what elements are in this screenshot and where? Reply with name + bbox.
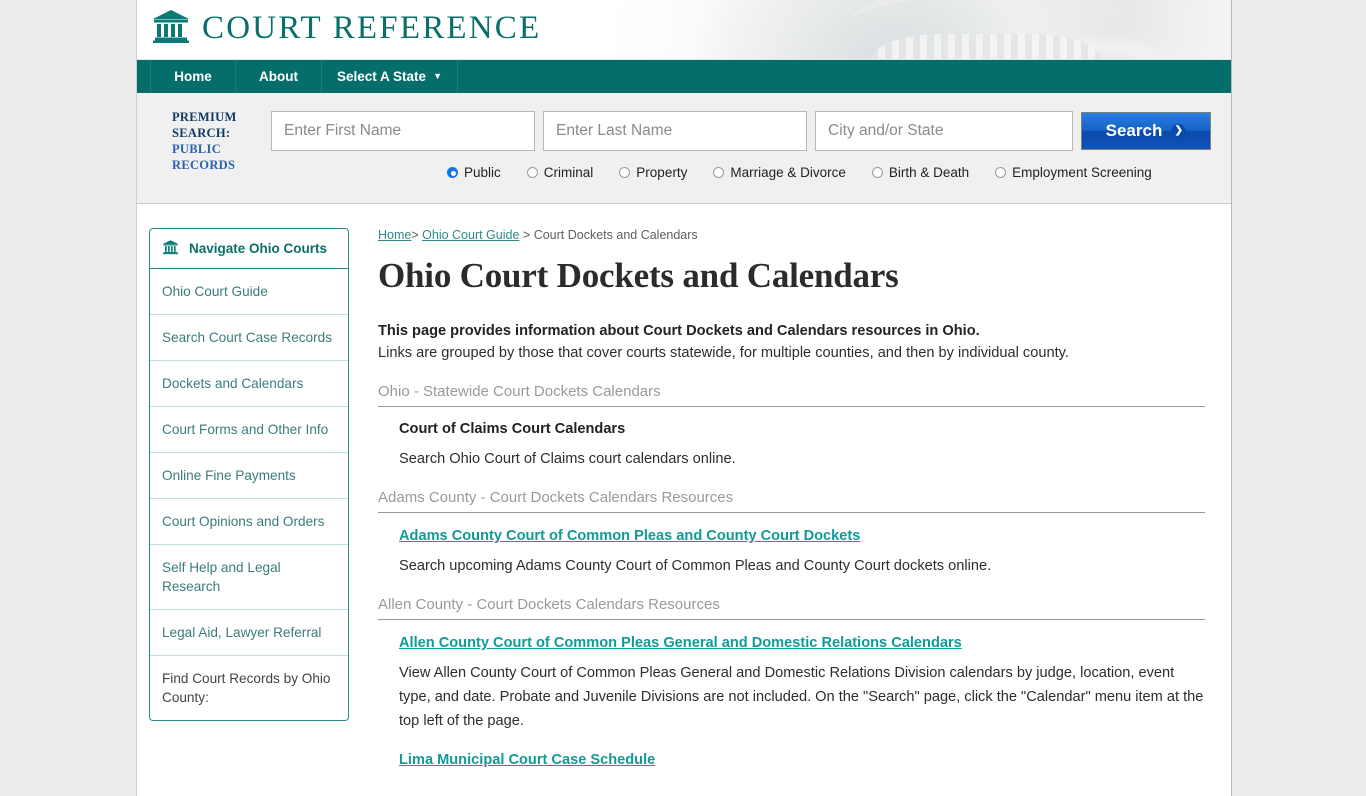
- site-masthead: COURT REFERENCE: [137, 0, 1231, 60]
- search-button[interactable]: Search ❯: [1081, 112, 1211, 150]
- radio-label: Public: [464, 165, 501, 180]
- sidebar-item-online-fine-payments[interactable]: Online Fine Payments: [150, 453, 348, 499]
- breadcrumb: Home> Ohio Court Guide > Court Dockets a…: [378, 228, 1205, 242]
- radio-property[interactable]: Property: [619, 165, 687, 180]
- radio-label: Employment Screening: [1012, 165, 1152, 180]
- page-title: Ohio Court Dockets and Calendars: [378, 256, 899, 295]
- nav-item-home[interactable]: Home: [150, 60, 236, 93]
- brand-title: COURT REFERENCE: [202, 10, 542, 46]
- sidebar: Navigate Ohio Courts Ohio Court Guide Se…: [149, 228, 349, 796]
- sidebar-item-label: Court Opinions and Orders: [162, 514, 325, 529]
- section-heading-allen-county: Allen County - Court Dockets Calendars R…: [378, 596, 1205, 620]
- resource-entry: Lima Municipal Court Case Schedule: [378, 751, 1205, 778]
- site-logo[interactable]: COURT REFERENCE: [151, 8, 541, 49]
- nav-item-label: Select A State: [337, 69, 427, 84]
- intro-bold-text: This page provides information about Cou…: [378, 323, 980, 339]
- sidebar-item-label: Dockets and Calendars: [162, 376, 304, 391]
- search-button-label: Search: [1105, 121, 1163, 140]
- radio-label: Birth & Death: [888, 165, 970, 180]
- sidebar-item-label: Search Court Case Records: [162, 330, 332, 345]
- masthead-divider: [137, 59, 1231, 60]
- intro-plain-text: Links are grouped by those that cover co…: [378, 345, 1069, 361]
- radio-dot-icon: [713, 167, 725, 178]
- radio-employment-screening[interactable]: Employment Screening: [995, 165, 1152, 180]
- resource-link-adams-county-dockets[interactable]: Adams County Court of Common Pleas and C…: [399, 528, 860, 544]
- radio-label: Marriage & Divorce: [730, 165, 846, 180]
- main-navigation: Home About Select A State ▼: [137, 60, 1231, 93]
- main-content: Home> Ohio Court Guide > Court Dockets a…: [349, 228, 1215, 796]
- page-container: COURT REFERENCE Home About Select A Stat…: [136, 0, 1232, 796]
- radio-dot-icon: [995, 167, 1007, 178]
- record-type-radio-group: Public Criminal Property Marriage & Divo…: [447, 165, 1178, 180]
- premium-label-line1: PREMIUM: [172, 110, 237, 124]
- premium-label-line2: SEARCH:: [172, 126, 231, 140]
- sidebar-item-label: Ohio Court Guide: [162, 284, 268, 299]
- sidebar-header: Navigate Ohio Courts: [150, 229, 348, 269]
- radio-criminal[interactable]: Criminal: [526, 165, 594, 180]
- radio-label: Property: [636, 165, 688, 180]
- resource-entry: Adams County Court of Common Pleas and C…: [378, 527, 1205, 578]
- resource-entry: Court of Claims Court Calendars Search O…: [378, 421, 1205, 471]
- last-name-input[interactable]: [543, 111, 807, 151]
- city-state-input[interactable]: [815, 111, 1073, 151]
- sidebar-item-label: Court Forms and Other Info: [162, 422, 329, 437]
- sidebar-item-self-help-and-legal-research[interactable]: Self Help and Legal Research: [150, 545, 348, 610]
- sidebar-item-find-court-records-by-county: Find Court Records by Ohio County:: [150, 656, 348, 720]
- breadcrumb-link-home[interactable]: Home: [378, 228, 411, 242]
- public-records-link-line2[interactable]: RECORDS: [172, 157, 262, 173]
- radio-dot-icon: [871, 167, 883, 178]
- nav-item-about[interactable]: About: [236, 60, 322, 93]
- navigate-ohio-courts-box: Navigate Ohio Courts Ohio Court Guide Se…: [149, 228, 349, 721]
- sidebar-item-court-forms-and-other-info[interactable]: Court Forms and Other Info: [150, 407, 348, 453]
- nav-item-select-a-state[interactable]: Select A State ▼: [322, 60, 458, 93]
- breadcrumb-separator: >: [522, 228, 531, 242]
- chevron-down-icon: ▼: [433, 70, 442, 81]
- breadcrumb-current: Court Dockets and Calendars: [533, 228, 698, 242]
- resource-description: View Allen County Court of Common Pleas …: [399, 665, 1204, 729]
- sidebar-item-court-opinions-and-orders[interactable]: Court Opinions and Orders: [150, 499, 348, 545]
- breadcrumb-separator: >: [411, 228, 419, 242]
- radio-label: Criminal: [543, 165, 594, 180]
- radio-dot-icon: [526, 167, 538, 178]
- radio-birth-death[interactable]: Birth & Death: [871, 165, 970, 180]
- resource-description: Search Ohio Court of Claims court calend…: [399, 451, 736, 467]
- section-heading-adams-county: Adams County - Court Dockets Calendars R…: [378, 489, 1205, 513]
- sidebar-item-search-court-case-records[interactable]: Search Court Case Records: [150, 315, 348, 361]
- nav-item-label: About: [259, 69, 298, 84]
- resource-link-lima-municipal-court-case-schedule[interactable]: Lima Municipal Court Case Schedule: [399, 752, 655, 768]
- courthouse-icon: [151, 8, 191, 49]
- premium-search-label: PREMIUM SEARCH: PUBLIC RECORDS: [172, 109, 262, 173]
- section-heading-statewide: Ohio - Statewide Court Dockets Calendars: [378, 383, 1205, 407]
- search-fields-row: Search ❯: [271, 111, 1211, 151]
- resource-entry: Allen County Court of Common Pleas Gener…: [378, 634, 1205, 733]
- sidebar-header-label: Navigate Ohio Courts: [189, 241, 328, 256]
- sidebar-item-ohio-court-guide[interactable]: Ohio Court Guide: [150, 269, 348, 315]
- nav-item-label: Home: [174, 69, 212, 84]
- resource-link-allen-county-calendars[interactable]: Allen County Court of Common Pleas Gener…: [399, 635, 962, 651]
- sidebar-item-label: Legal Aid, Lawyer Referral: [162, 625, 322, 640]
- premium-search-bar: PREMIUM SEARCH: PUBLIC RECORDS Search ❯ …: [137, 93, 1231, 204]
- breadcrumb-link-ohio-court-guide[interactable]: Ohio Court Guide: [422, 228, 519, 242]
- radio-public[interactable]: Public: [447, 165, 501, 180]
- first-name-input[interactable]: [271, 111, 535, 151]
- content-area: Navigate Ohio Courts Ohio Court Guide Se…: [137, 204, 1231, 796]
- sidebar-item-label: Self Help and Legal Research: [162, 560, 281, 594]
- radio-marriage-divorce[interactable]: Marriage & Divorce: [713, 165, 846, 180]
- sidebar-item-legal-aid-lawyer-referral[interactable]: Legal Aid, Lawyer Referral: [150, 610, 348, 656]
- sidebar-item-dockets-and-calendars[interactable]: Dockets and Calendars: [150, 361, 348, 407]
- radio-dot-icon: [619, 167, 631, 178]
- sidebar-item-label: Find Court Records by Ohio County:: [162, 671, 331, 705]
- resource-description: Search upcoming Adams County Court of Co…: [399, 558, 992, 574]
- chevron-right-icon: ❯: [1171, 123, 1187, 139]
- sidebar-item-label: Online Fine Payments: [162, 468, 296, 483]
- masthead-architecture-photo: [611, 0, 1231, 60]
- resource-title: Court of Claims Court Calendars: [399, 421, 626, 437]
- nav-filler: [458, 60, 1231, 93]
- public-records-link-line1[interactable]: PUBLIC: [172, 141, 262, 157]
- radio-dot-icon: [447, 167, 458, 178]
- courthouse-icon: [162, 239, 179, 258]
